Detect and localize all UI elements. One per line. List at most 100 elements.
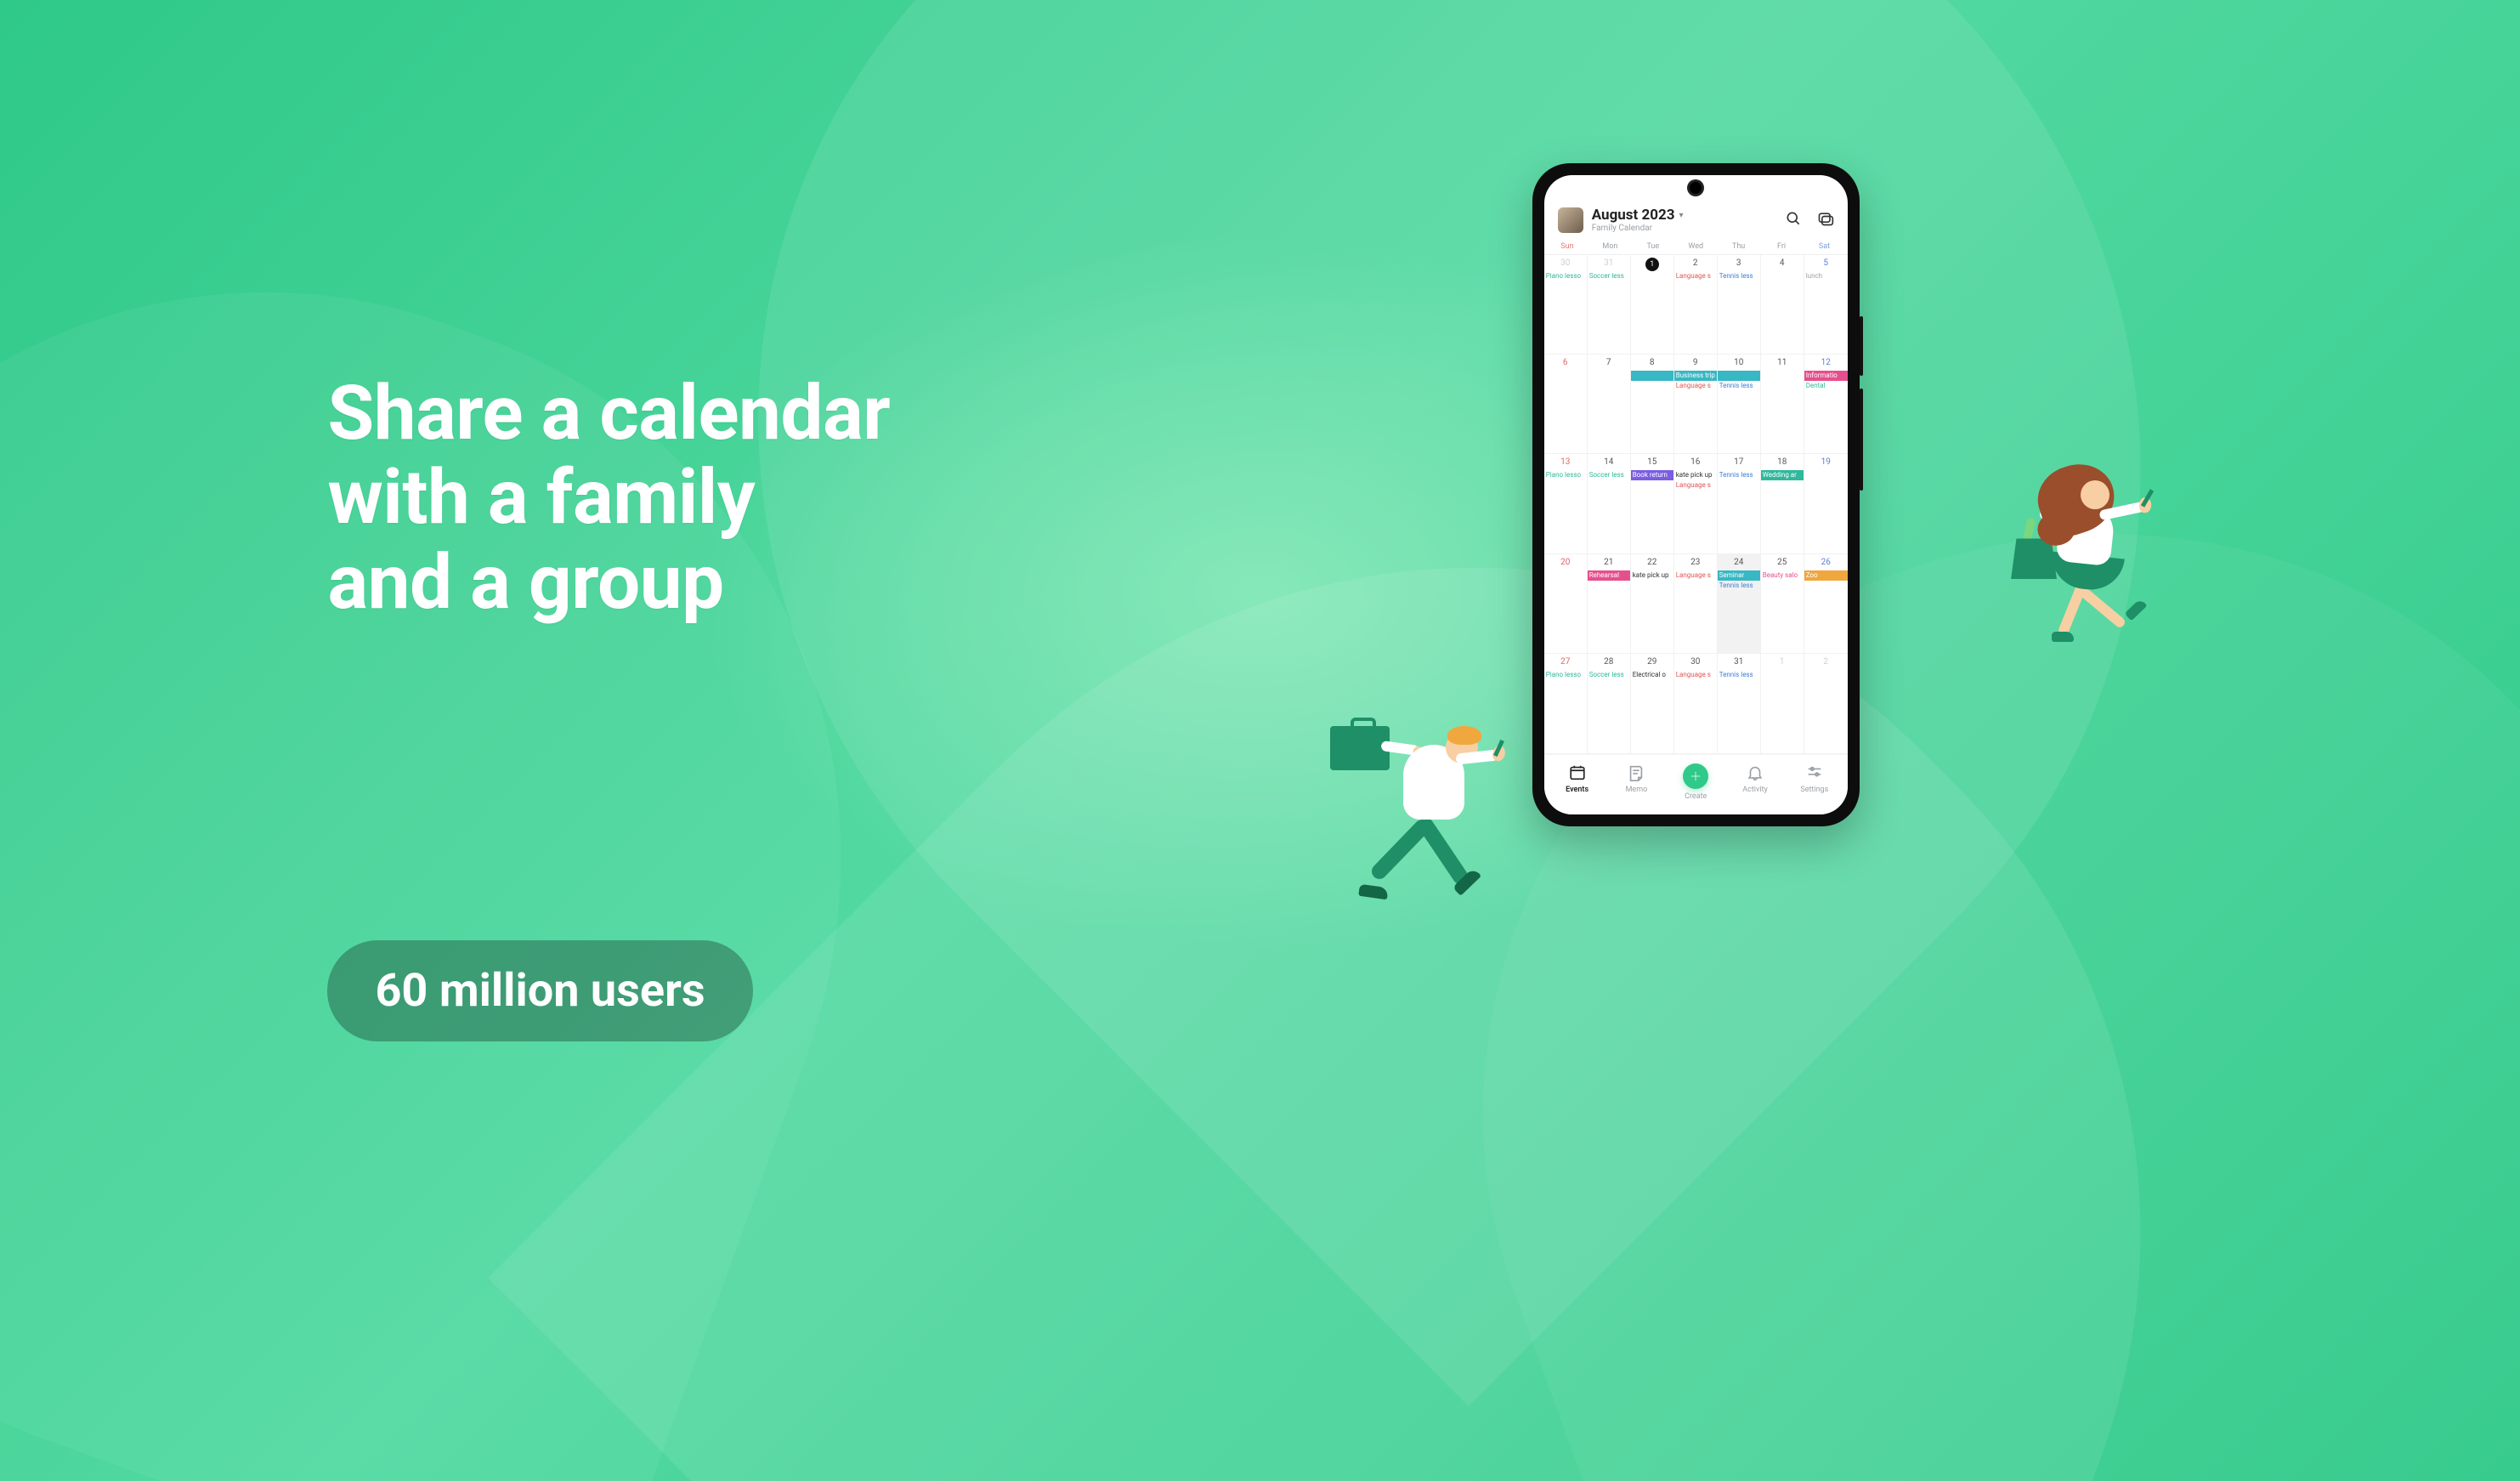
weekday-label: Fri: [1760, 242, 1803, 251]
day-number: 17: [1718, 457, 1760, 468]
search-icon[interactable]: [1785, 210, 1802, 230]
inbox-icon[interactable]: [1817, 210, 1834, 230]
event-chip[interactable]: Language s: [1674, 480, 1717, 491]
app-header: August 2023 ▾ Family Calendar: [1544, 175, 1848, 239]
day-number: 7: [1588, 357, 1630, 369]
event-chip[interactable]: Tennis less: [1718, 381, 1760, 391]
calendar-avatar-icon[interactable]: [1558, 207, 1583, 233]
event-chip[interactable]: Dental: [1804, 381, 1848, 391]
day-cell[interactable]: 3Tennis less: [1718, 255, 1761, 355]
nav-create[interactable]: Create: [1666, 763, 1725, 801]
day-cell[interactable]: 14Soccer less: [1588, 454, 1631, 553]
month-grid[interactable]: 30Piano lesso31Soccer less12Language s3T…: [1544, 254, 1848, 754]
day-cell[interactable]: 21Rehearsal: [1588, 554, 1631, 654]
day-cell[interactable]: 26Zoo: [1804, 554, 1848, 654]
day-number: 30: [1674, 656, 1717, 668]
event-chip[interactable]: Language s: [1674, 670, 1717, 680]
event-chip[interactable]: Beauty salo: [1761, 570, 1804, 581]
day-cell[interactable]: 4: [1761, 255, 1804, 355]
day-cell[interactable]: 18Wedding ar: [1761, 454, 1804, 553]
background: [0, 0, 2520, 1481]
day-cell[interactable]: 31Tennis less: [1718, 654, 1761, 753]
event-chip[interactable]: Piano lesso: [1544, 470, 1587, 480]
day-cell[interactable]: 16kate pick upLanguage s: [1674, 454, 1718, 553]
nav-memo[interactable]: Memo: [1607, 763, 1667, 801]
leg: [2079, 587, 2127, 629]
day-cell[interactable]: 30 Language s: [1674, 654, 1718, 753]
day-cell[interactable]: 24SeminarTennis less: [1718, 554, 1761, 654]
event-chip[interactable]: Soccer less: [1588, 670, 1630, 680]
event-chip[interactable]: Tennis less: [1718, 581, 1760, 591]
day-number: 25: [1761, 557, 1804, 569]
nav-activity[interactable]: Activity: [1725, 763, 1785, 801]
day-cell[interactable]: 25Beauty salo: [1761, 554, 1804, 654]
bottom-nav: Events Memo Create Activity: [1544, 754, 1848, 814]
day-cell[interactable]: 20: [1544, 554, 1588, 654]
day-cell[interactable]: 2Language s: [1674, 255, 1718, 355]
day-cell[interactable]: 1: [1761, 654, 1804, 753]
event-chip[interactable]: Language s: [1674, 271, 1717, 281]
weekday-label: Wed: [1674, 242, 1717, 251]
day-cell[interactable]: 29Electrical o: [1631, 654, 1674, 753]
day-cell[interactable]: 30Piano lesso: [1544, 255, 1588, 355]
day-cell[interactable]: 6: [1544, 355, 1588, 454]
day-cell[interactable]: 17 Tennis less: [1718, 454, 1761, 553]
day-cell[interactable]: 8: [1631, 355, 1674, 454]
event-chip[interactable]: Language s: [1674, 381, 1717, 391]
shoe: [2052, 632, 2074, 642]
day-cell[interactable]: 12 InformatioDental: [1804, 355, 1848, 454]
nav-settings[interactable]: Settings: [1785, 763, 1844, 801]
event-chip[interactable]: Business trip: [1674, 371, 1717, 381]
day-cell[interactable]: 11: [1761, 355, 1804, 454]
phone-side-button: [1860, 389, 1863, 491]
day-number: 10: [1718, 357, 1760, 369]
event-chip[interactable]: Piano lesso: [1544, 670, 1587, 680]
day-number: 11: [1761, 357, 1804, 369]
event-chip[interactable]: Wedding ar: [1761, 470, 1804, 480]
day-cell[interactable]: 19: [1804, 454, 1848, 553]
phone-screen: August 2023 ▾ Family Calendar SunMonTueW…: [1544, 175, 1848, 814]
event-chip[interactable]: Tennis less: [1718, 670, 1760, 680]
day-cell[interactable]: 10 Tennis less: [1718, 355, 1761, 454]
event-chip[interactable]: [1631, 371, 1673, 381]
event-chip[interactable]: lunch: [1804, 271, 1848, 281]
day-number: 21: [1588, 557, 1630, 569]
day-cell[interactable]: 31Soccer less: [1588, 255, 1631, 355]
event-chip[interactable]: Seminar: [1718, 570, 1760, 581]
header-titles[interactable]: August 2023 ▾ Family Calendar: [1592, 207, 1776, 234]
day-number: 23: [1674, 557, 1717, 569]
day-cell[interactable]: 7: [1588, 355, 1631, 454]
day-cell[interactable]: 13Piano lesso: [1544, 454, 1588, 553]
day-number: 31: [1588, 258, 1630, 270]
day-cell[interactable]: 23Language s: [1674, 554, 1718, 654]
day-cell[interactable]: 28Soccer less: [1588, 654, 1631, 753]
event-chip[interactable]: Informatio: [1804, 371, 1848, 381]
event-chip[interactable]: [1718, 371, 1760, 381]
day-number: 12: [1804, 357, 1848, 369]
event-chip[interactable]: Electrical o: [1631, 670, 1673, 680]
event-chip[interactable]: Tennis less: [1718, 470, 1760, 480]
event-chip[interactable]: Soccer less: [1588, 470, 1630, 480]
event-chip[interactable]: Zoo: [1804, 570, 1848, 581]
day-number: 3: [1718, 258, 1760, 270]
day-number: 22: [1631, 557, 1673, 569]
day-cell[interactable]: 27Piano lesso: [1544, 654, 1588, 753]
day-cell[interactable]: 5lunch: [1804, 255, 1848, 355]
calendar-name: Family Calendar: [1592, 224, 1776, 234]
event-chip[interactable]: Language s: [1674, 570, 1717, 581]
nav-label: Create: [1685, 792, 1707, 801]
day-cell[interactable]: 15Book return: [1631, 454, 1674, 553]
event-chip[interactable]: Soccer less: [1588, 271, 1630, 281]
day-cell[interactable]: 2: [1804, 654, 1848, 753]
event-chip[interactable]: Tennis less: [1718, 271, 1760, 281]
event-chip[interactable]: Rehearsal: [1588, 570, 1630, 581]
nav-events[interactable]: Events: [1548, 763, 1607, 801]
event-chip[interactable]: kate pick up: [1631, 570, 1673, 581]
event-chip[interactable]: kate pick up: [1674, 470, 1717, 480]
day-cell[interactable]: 9Business tripLanguage s: [1674, 355, 1718, 454]
day-cell[interactable]: 22kate pick up: [1631, 554, 1674, 654]
day-cell[interactable]: 1: [1631, 255, 1674, 355]
nav-label: Activity: [1742, 786, 1767, 794]
event-chip[interactable]: Piano lesso: [1544, 271, 1587, 281]
event-chip[interactable]: Book return: [1631, 470, 1673, 480]
